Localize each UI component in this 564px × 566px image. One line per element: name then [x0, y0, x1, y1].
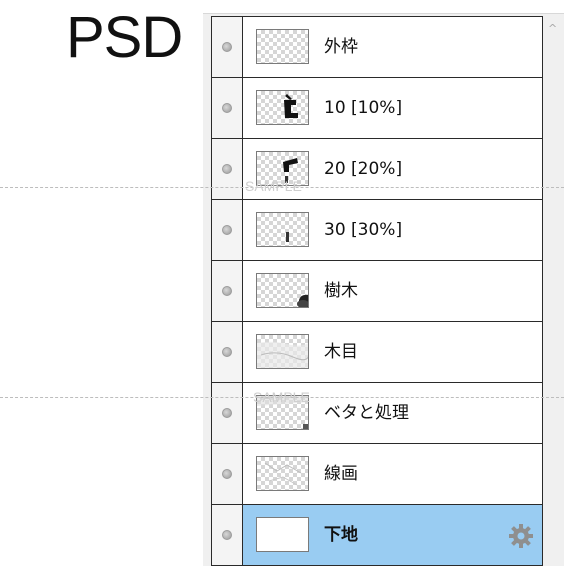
- gear-icon[interactable]: [508, 523, 534, 549]
- layer-name: 外枠: [324, 37, 358, 57]
- layer-row-base-selected[interactable]: 下地: [212, 505, 542, 566]
- layer-name: 樹木: [324, 281, 358, 301]
- layer-thumbnail: [256, 517, 309, 552]
- visibility-toggle[interactable]: [212, 444, 243, 504]
- visibility-toggle[interactable]: [212, 383, 243, 443]
- visibility-dot-icon: [222, 225, 232, 235]
- chevron-up-icon[interactable]: ^: [548, 22, 557, 35]
- layer-name: ベタと処理: [324, 403, 409, 423]
- layer-thumbnail: [256, 90, 309, 125]
- layer-thumbnail: [256, 273, 309, 308]
- layer-row-woodgrain[interactable]: 木目: [212, 322, 542, 383]
- layer-name: 下地: [324, 525, 358, 545]
- layer-thumbnail: [256, 456, 309, 491]
- visibility-toggle[interactable]: [212, 261, 243, 321]
- layer-name: 30 [30%]: [324, 220, 403, 240]
- layer-row-outer-frame[interactable]: 外枠: [212, 17, 542, 78]
- visibility-dot-icon: [222, 42, 232, 52]
- layer-thumbnail: [256, 29, 309, 64]
- visibility-dot-icon: [222, 469, 232, 479]
- layer-name: 線画: [324, 464, 358, 484]
- layer-name: 10 [10%]: [324, 98, 403, 118]
- layer-row-10[interactable]: 10 [10%]: [212, 78, 542, 139]
- layers-panel: 外枠 10 [10%] 20 [20%] 30 [30%] 樹木 木目 ベタと処…: [203, 13, 564, 566]
- layer-row-30[interactable]: 30 [30%]: [212, 200, 542, 261]
- layer-thumbnail: [256, 334, 309, 369]
- visibility-toggle[interactable]: [212, 505, 243, 565]
- visibility-dot-icon: [222, 347, 232, 357]
- layer-row-trees[interactable]: 樹木: [212, 261, 542, 322]
- layer-thumbnail: [256, 212, 309, 247]
- layer-name: 20 [20%]: [324, 159, 403, 179]
- visibility-toggle[interactable]: [212, 139, 243, 199]
- layer-list: 外枠 10 [10%] 20 [20%] 30 [30%] 樹木 木目 ベタと処…: [211, 16, 543, 566]
- visibility-toggle[interactable]: [212, 78, 243, 138]
- visibility-dot-icon: [222, 286, 232, 296]
- layer-name: 木目: [324, 342, 358, 362]
- psd-label: PSD: [66, 5, 183, 70]
- visibility-toggle[interactable]: [212, 17, 243, 77]
- vertical-scrollbar[interactable]: ^: [544, 16, 564, 566]
- visibility-dot-icon: [222, 164, 232, 174]
- watermark-text: SAMPLE: [245, 178, 302, 194]
- visibility-dot-icon: [222, 103, 232, 113]
- visibility-toggle[interactable]: [212, 200, 243, 260]
- layer-row-lineart[interactable]: 線画: [212, 444, 542, 505]
- visibility-dot-icon: [222, 408, 232, 418]
- watermark-text: SAMPLE: [253, 389, 310, 405]
- visibility-dot-icon: [222, 530, 232, 540]
- visibility-toggle[interactable]: [212, 322, 243, 382]
